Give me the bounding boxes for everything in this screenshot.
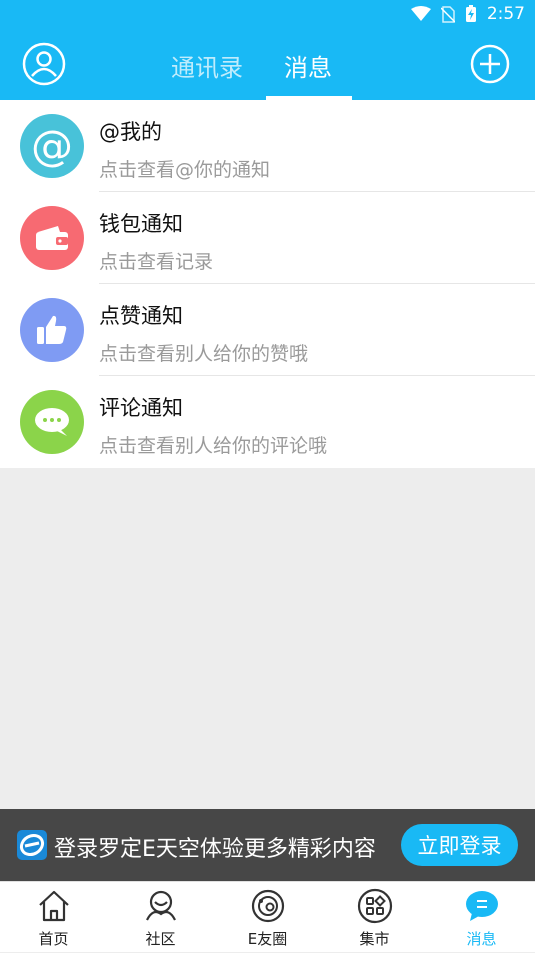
nav-item-messages[interactable]: 消息 [428,882,535,953]
friends-circle-icon [251,889,285,923]
notification-title: 评论通知 [99,396,183,420]
add-button[interactable] [470,44,510,84]
at-icon: @ [20,114,84,178]
wallet-icon [20,206,84,270]
nav-label: 集市 [359,930,390,948]
community-icon [146,890,176,921]
nav-label: 首页 [38,930,69,948]
chat-bubble-icon [20,390,84,454]
nav-item-home[interactable]: 首页 [0,882,107,953]
header-tabs: 通讯录 消息 [0,30,535,100]
nav-label: 消息 [466,930,497,948]
tab-messages[interactable]: 消息 [284,48,332,83]
notification-title: 点赞通知 [99,304,183,328]
battery-charging-icon [465,5,476,22]
thumbs-up-icon [20,298,84,362]
login-banner: 登录罗定E天空体验更多精彩内容 立即登录 [0,809,535,881]
nav-item-community[interactable]: 社区 [107,882,214,953]
bottom-navigation: 首页 社区 E友圈 集市 消息 [0,881,535,952]
notification-subtitle: 点击查看记录 [99,251,214,273]
nav-item-market[interactable]: 集市 [321,882,428,953]
status-time: 2:57 [486,4,525,24]
status-bar: 2:57 [0,0,535,30]
notification-row-likes[interactable]: 点赞通知 点击查看别人给你的赞哦 [0,284,535,376]
message-icon [466,891,498,921]
app-logo-icon [17,830,47,860]
nav-item-friends-circle[interactable]: E友圈 [214,882,321,953]
notification-row-mentions[interactable]: @ @我的 点击查看@你的通知 [0,100,535,192]
home-icon [39,890,69,922]
app-header: 2:57 通讯录 消息 [0,0,535,100]
add-circle-icon [470,44,510,84]
notification-subtitle: 点击查看别人给你的赞哦 [99,343,309,365]
tab-contacts[interactable]: 通讯录 [171,48,243,83]
notification-row-comments[interactable]: 评论通知 点击查看别人给你的评论哦 [0,376,535,468]
notification-row-wallet[interactable]: 钱包通知 点击查看记录 [0,192,535,284]
nav-label: E友圈 [247,930,288,948]
notification-list: @ @我的 点击查看@你的通知 钱包通知 点击查看记录 点赞通知 点击查看别人给… [0,100,535,468]
login-banner-text: 登录罗定E天空体验更多精彩内容 [54,837,376,862]
nav-label: 社区 [145,930,176,948]
notification-title: @我的 [99,120,162,144]
notification-subtitle: 点击查看@你的通知 [99,159,271,181]
login-button[interactable]: 立即登录 [401,824,518,866]
wifi-icon [410,6,431,21]
notification-title: 钱包通知 [99,212,183,236]
market-icon [357,888,393,924]
no-sim-icon [440,5,455,23]
notification-subtitle: 点击查看别人给你的评论哦 [99,435,328,457]
